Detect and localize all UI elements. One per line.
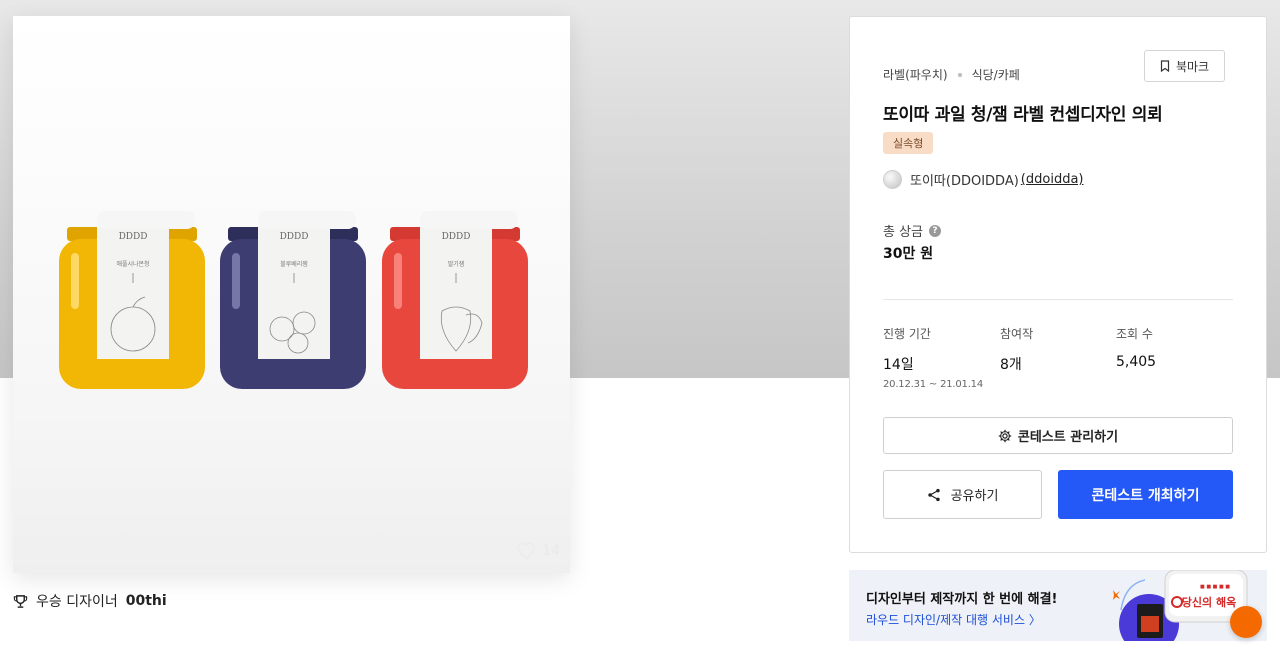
winner-name[interactable]: 00thi xyxy=(126,593,167,609)
yellow-jar: DDDD 애플시나몬청 xyxy=(59,211,205,389)
banner-sign-text: 당신의 해옥 xyxy=(1182,595,1236,609)
share-label: 공유하기 xyxy=(950,489,999,504)
contest-info-panel: 라벨(파우치) 식당/카페 북마크 또이따 과일 청/잼 라벨 컨셉디자인 의뢰… xyxy=(849,16,1267,553)
winner-label: 우승 디자이너 xyxy=(36,594,118,610)
stat-entries: 참여작 8개 xyxy=(1000,325,1033,374)
promo-banner[interactable]: 디자인부터 제작까지 한 번에 해결! 라우드 디자인/제작 대행 서비스 〉 … xyxy=(849,570,1267,641)
duration-label: 진행 기간 xyxy=(883,327,931,341)
host-name: 또이따(DDOIDDA) xyxy=(910,174,1019,189)
stat-duration: 진행 기간 14일 20.12.31 ~ 21.01.14 xyxy=(883,325,983,390)
heart-icon xyxy=(517,542,536,560)
bookmark-button[interactable]: 북마크 xyxy=(1144,50,1225,82)
navy-jar-label: 블루베리잼 xyxy=(280,260,308,268)
open-contest-button[interactable]: 콘테스트 개최하기 xyxy=(1058,470,1233,519)
winning-entry-image[interactable]: DDDD 애플시나몬청 DDDD 블루베리잼 DDDD 딸기잼 14 xyxy=(13,16,570,573)
category-breadcrumb: 라벨(파우치) 식당/카페 xyxy=(883,66,1020,83)
separator-dot xyxy=(957,72,962,77)
manage-label: 콘테스트 관리하기 xyxy=(1017,430,1119,445)
duration-range: 20.12.31 ~ 21.01.14 xyxy=(883,379,983,390)
banner-headline: 디자인부터 제작까지 한 번에 해결! xyxy=(866,592,1058,607)
svg-text:DDDD: DDDD xyxy=(280,232,309,242)
help-icon[interactable]: ? xyxy=(929,224,942,237)
divider xyxy=(883,299,1233,300)
red-jar-label: 딸기잼 xyxy=(448,260,465,268)
entries-label: 참여작 xyxy=(1000,327,1034,341)
share-icon xyxy=(927,488,940,501)
winner-info: 우승 디자이너 00thi xyxy=(13,591,167,611)
manage-contest-button[interactable]: 콘테스트 관리하기 xyxy=(883,417,1233,454)
subcategory-link[interactable]: 식당/카페 xyxy=(972,66,1020,83)
category-link[interactable]: 라벨(파우치) xyxy=(883,66,948,83)
like-counter[interactable]: 14 xyxy=(516,542,560,560)
duration-value: 14일 xyxy=(883,357,914,373)
views-label: 조회 수 xyxy=(1116,327,1153,341)
prize-value: 30만 원 xyxy=(883,246,934,262)
contest-title: 또이따 과일 청/잼 라벨 컨셉디자인 의뢰 xyxy=(883,105,1163,125)
share-button[interactable]: 공유하기 xyxy=(883,470,1042,519)
banner-link[interactable]: 라우드 디자인/제작 대행 서비스 〉 xyxy=(866,611,1041,628)
floating-action-button[interactable] xyxy=(1230,606,1262,638)
host-id-link[interactable]: (ddoidda) xyxy=(1021,172,1084,187)
svg-text:DDDD: DDDD xyxy=(119,232,148,242)
host-info: 또이따(DDOIDDA) (ddoidda) xyxy=(883,170,1083,189)
navy-jar: DDDD 블루베리잼 xyxy=(220,211,366,389)
plan-badge: 실속형 xyxy=(883,132,934,154)
prize-label: 총 상금 ? xyxy=(883,221,942,240)
host-avatar[interactable] xyxy=(883,170,902,189)
svg-text:DDDD: DDDD xyxy=(442,232,471,242)
entries-value: 8개 xyxy=(1000,357,1022,373)
prize-label-text: 총 상금 xyxy=(883,225,924,240)
gear-icon xyxy=(998,429,1012,442)
bookmark-label: 북마크 xyxy=(1175,59,1210,74)
views-value: 5,405 xyxy=(1116,354,1157,370)
svg-text:■ ■ ■ ■ ■: ■ ■ ■ ■ ■ xyxy=(1200,584,1230,590)
trophy-icon xyxy=(13,594,28,608)
like-count: 14 xyxy=(542,543,560,559)
yellow-jar-label: 애플시나몬청 xyxy=(116,260,149,268)
stat-views: 조회 수 5,405 xyxy=(1116,325,1156,370)
bookmark-icon xyxy=(1160,60,1170,72)
red-jar: DDDD 딸기잼 xyxy=(382,211,528,389)
